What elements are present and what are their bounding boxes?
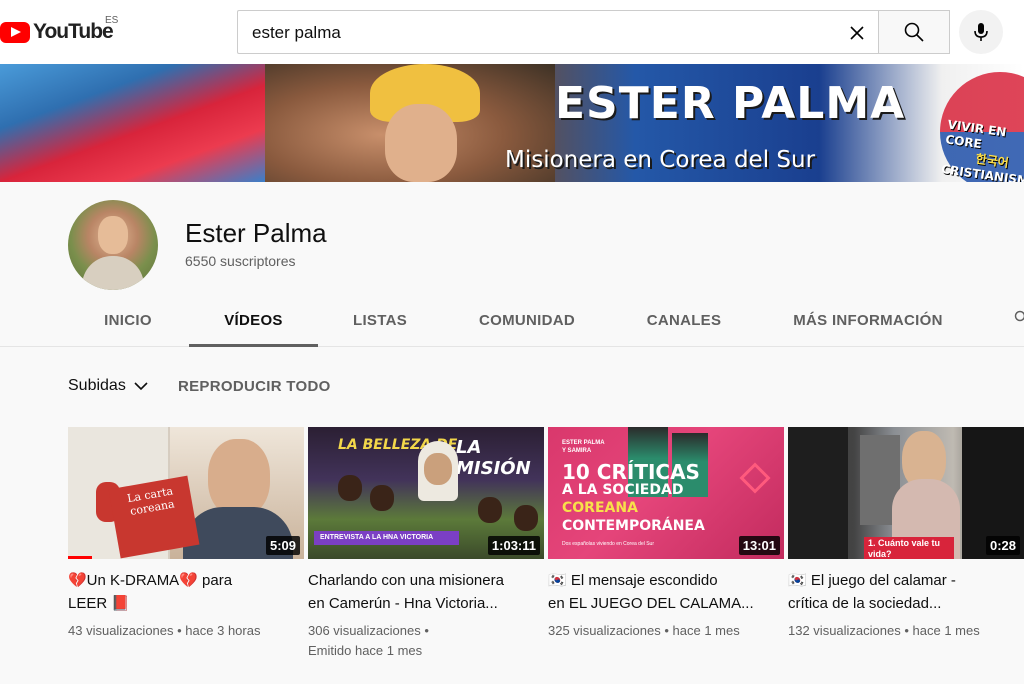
thumb-text: A LA SOCIEDAD <box>562 482 684 498</box>
thumb-text: 10 CRÍTICAS <box>562 460 700 484</box>
thumb-child <box>370 485 394 511</box>
banner-face <box>385 104 457 182</box>
banner-art <box>0 64 265 182</box>
video-card[interactable]: La carta coreana 5:09 💔Un K-DRAMA💔 para … <box>68 427 304 641</box>
video-title-line: Charlando con una misionera <box>308 572 504 589</box>
upload-age: hace 1 mes <box>912 623 980 638</box>
thumb-caption: Dos españolas viviendo en Corea del Sur <box>562 541 654 547</box>
tab-videos[interactable]: VÍDEOS <box>189 292 318 347</box>
thumb-text: COREANA <box>562 500 638 516</box>
thumb-caption: 1. Cuánto vale tu vida? <box>864 537 954 559</box>
video-title-line: LEER 📕 <box>68 595 131 612</box>
video-title[interactable]: 🇰🇷 El mensaje escondido en EL JUEGO DEL … <box>548 569 784 615</box>
video-card[interactable]: 1. Cuánto vale tu vida? 0:28 🇰🇷 El juego… <box>788 427 1024 641</box>
banner-side-text: VIVIR EN CORE 한국어 CRISTIANISMO <box>940 117 1024 182</box>
search-button[interactable] <box>878 10 950 54</box>
thumb-text: vida? <box>868 549 892 559</box>
tab-canales[interactable]: CANALES <box>630 292 738 347</box>
thumb-caption: ESTER PALMA Y SAMIRA <box>562 439 605 455</box>
upload-age: hace 1 mes <box>672 623 740 638</box>
view-count: 325 visualizaciones <box>548 623 661 638</box>
thumb-text: ESTER PALMA <box>562 440 605 446</box>
video-title-line: en EL JUEGO DEL CALAMA... <box>548 595 754 612</box>
channel-avatar[interactable] <box>68 200 158 290</box>
tab-mas-informacion[interactable]: MÁS INFORMACIÓN <box>778 292 958 347</box>
video-thumbnail[interactable]: LA BELLEZA DE LA MISIÓN ENTREVISTA A LA … <box>308 427 544 559</box>
sort-dropdown[interactable]: Subidas <box>68 377 148 395</box>
thumb-child <box>478 497 502 523</box>
thumb-dark-panel <box>788 427 848 559</box>
search-input[interactable] <box>252 21 812 45</box>
channel-banner: ESTER PALMA Misionera en Corea del Sur V… <box>0 64 1024 182</box>
upload-age: Emitido hace 1 mes <box>308 643 423 658</box>
sort-label: Subidas <box>68 377 126 394</box>
view-count: 43 visualizaciones <box>68 623 174 638</box>
chevron-down-icon <box>134 382 148 391</box>
watch-progress-bar <box>68 556 92 559</box>
video-card[interactable]: LA BELLEZA DE LA MISIÓN ENTREVISTA A LA … <box>308 427 544 661</box>
video-title-line: en Camerún - Hna Victoria... <box>308 595 498 612</box>
channel-name: Ester Palma <box>185 218 327 248</box>
video-duration: 13:01 <box>738 536 780 555</box>
video-title[interactable]: Charlando con una misionera en Camerún -… <box>308 569 544 615</box>
video-title[interactable]: 💔Un K-DRAMA💔 para LEER 📕 <box>68 569 304 615</box>
banner-subtitle: Misionera en Corea del Sur <box>505 147 816 173</box>
video-meta: 325 visualizaciones • hace 1 mes <box>548 623 740 638</box>
tab-listas[interactable]: LISTAS <box>340 292 420 347</box>
video-duration: 0:28 <box>985 536 1020 555</box>
clear-icon[interactable] <box>845 21 869 45</box>
thumb-caption: ENTREVISTA A LA HNA VICTORIA <box>314 531 459 545</box>
search-box <box>237 10 879 54</box>
voice-search-button[interactable] <box>959 10 1003 54</box>
tab-inicio[interactable]: INICIO <box>88 292 168 347</box>
thumb-child <box>338 475 362 501</box>
search-icon <box>904 22 924 42</box>
upload-age: hace 3 horas <box>185 623 261 638</box>
view-count: 132 visualizaciones <box>788 623 901 638</box>
video-title-line: 🇰🇷 El mensaje escondido <box>548 572 718 589</box>
top-bar: YouTube ES <box>0 0 1024 64</box>
thumb-text: Y SAMIRA <box>562 448 592 454</box>
logo-text: YouTube <box>33 20 114 43</box>
channel-tabs: INICIO VÍDEOS LISTAS COMUNIDAD CANALES M… <box>0 292 1024 347</box>
thumb-face <box>208 439 270 517</box>
video-duration: 5:09 <box>265 536 300 555</box>
video-meta: 43 visualizaciones • hace 3 horas <box>68 623 261 638</box>
channel-header: Ester Palma 6550 suscriptores INICIO VÍD… <box>0 182 1024 347</box>
youtube-play-icon <box>0 21 30 43</box>
thumb-text: LA MISIÓN <box>456 437 531 479</box>
video-title-line: 💔Un K-DRAMA💔 para <box>68 572 233 589</box>
video-title-line: crítica de la sociedad... <box>788 595 942 612</box>
video-title-line: 🇰🇷 El juego del calamar - <box>788 572 956 589</box>
tab-comunidad[interactable]: COMUNIDAD <box>462 292 592 347</box>
thumb-child <box>514 505 538 531</box>
mic-icon <box>974 23 988 41</box>
video-thumbnail[interactable]: ESTER PALMA Y SAMIRA 10 CRÍTICAS A LA SO… <box>548 427 784 559</box>
country-code: ES <box>105 15 119 26</box>
view-count: 306 visualizaciones <box>308 623 421 638</box>
subscriber-count: 6550 suscriptores <box>185 253 296 269</box>
channel-search-icon[interactable] <box>1014 310 1024 324</box>
video-card[interactable]: ESTER PALMA Y SAMIRA 10 CRÍTICAS A LA SO… <box>548 427 784 641</box>
thumb-shape <box>739 462 771 494</box>
video-thumbnail[interactable]: 1. Cuánto vale tu vida? 0:28 <box>788 427 1024 559</box>
video-meta: 132 visualizaciones • hace 1 mes <box>788 623 980 638</box>
avatar-face <box>98 216 128 254</box>
thumb-book: La carta coreana <box>108 475 200 559</box>
video-thumbnail[interactable]: La carta coreana 5:09 <box>68 427 304 559</box>
video-duration: 1:03:11 <box>487 536 540 555</box>
banner-title: ESTER PALMA <box>555 78 906 129</box>
video-meta: 306 visualizaciones • Emitido hace 1 mes <box>308 621 544 661</box>
avatar-body <box>82 256 144 290</box>
youtube-logo[interactable]: YouTube <box>0 18 114 46</box>
thumb-text: 1. Cuánto vale tu <box>868 538 941 548</box>
thumb-headline: 10 CRÍTICAS A LA SOCIEDAD COREANA CONTEM… <box>562 460 705 535</box>
thumb-text: CONTEMPORÁNEA <box>562 518 705 534</box>
video-title[interactable]: 🇰🇷 El juego del calamar - crítica de la … <box>788 569 1024 615</box>
thumb-face <box>424 453 452 485</box>
play-all-button[interactable]: REPRODUCIR TODO <box>178 378 331 395</box>
videos-section: Subidas REPRODUCIR TODO La carta coreana… <box>0 347 1024 684</box>
